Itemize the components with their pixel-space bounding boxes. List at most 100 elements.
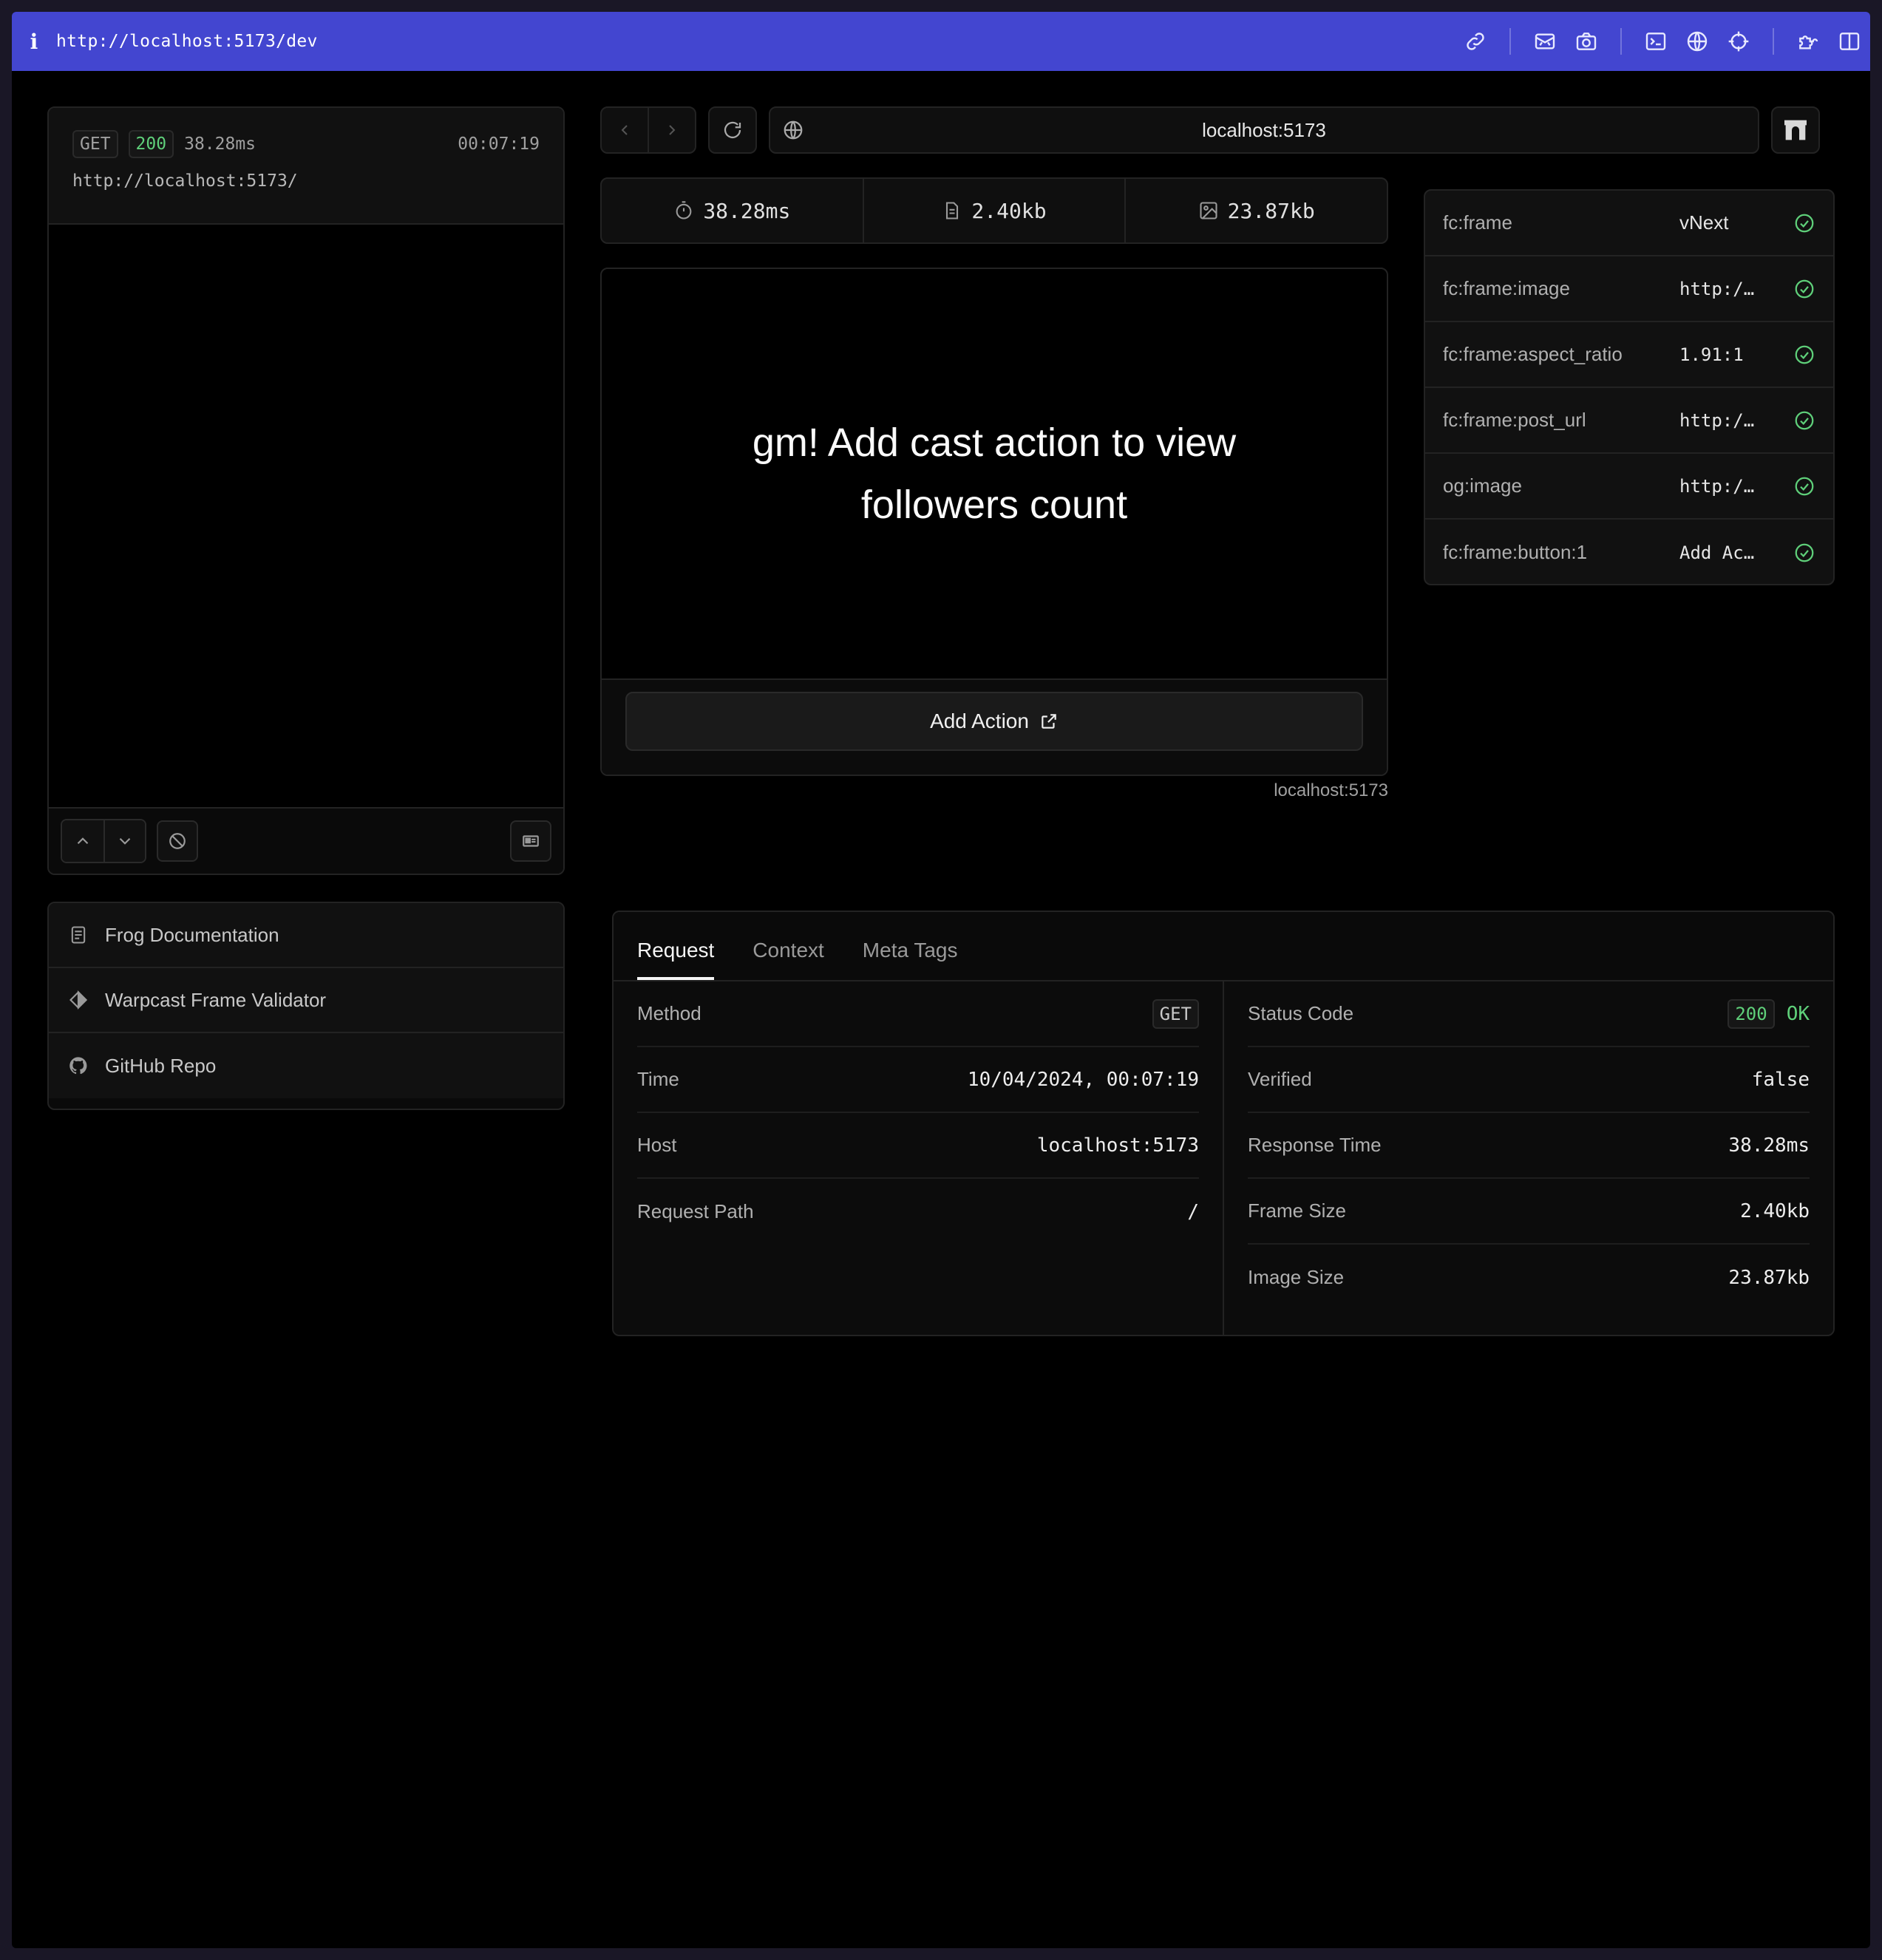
detail-label: Status Code bbox=[1248, 1002, 1354, 1024]
detail-row-host: Host localhost:5173 bbox=[637, 1113, 1199, 1179]
meta-row[interactable]: fc:frame vNext bbox=[1425, 191, 1833, 256]
forward-button[interactable] bbox=[648, 108, 695, 152]
detail-row-frame-size: Frame Size 2.40kb bbox=[1248, 1179, 1810, 1245]
request-method-badge: GET bbox=[72, 130, 118, 158]
detail-label: Response Time bbox=[1248, 1134, 1382, 1156]
check-circle-icon bbox=[1795, 279, 1814, 298]
back-button[interactable] bbox=[602, 108, 648, 152]
detail-value: 2.40kb bbox=[1740, 1200, 1810, 1222]
toolbar-divider bbox=[1620, 28, 1622, 55]
stopwatch-icon bbox=[676, 201, 692, 220]
chevron-right-icon bbox=[669, 125, 676, 135]
link-label: Frog Documentation bbox=[105, 923, 279, 946]
meta-tags-summary: fc:frame vNext fc:frame:image http:/… fc… bbox=[1424, 189, 1835, 585]
tab-context[interactable]: Context bbox=[753, 939, 824, 980]
stat-value: 38.28ms bbox=[703, 198, 791, 223]
next-entry-button[interactable] bbox=[103, 820, 145, 862]
chevron-left-icon bbox=[621, 125, 628, 135]
request-details-panel: Request Context Meta Tags Method GET Tim… bbox=[612, 911, 1835, 1336]
detail-value: localhost:5173 bbox=[1036, 1134, 1199, 1157]
request-log-body bbox=[49, 225, 563, 809]
meta-row[interactable]: og:image http:/… bbox=[1425, 454, 1833, 520]
link-github-repo[interactable]: GitHub Repo bbox=[49, 1033, 563, 1098]
meta-row[interactable]: fc:frame:button:1 Add Ac… bbox=[1425, 520, 1833, 584]
meta-value: 1.91:1 bbox=[1679, 344, 1744, 365]
detail-row-request-path: Request Path / bbox=[637, 1179, 1199, 1245]
toolbar-divider bbox=[1773, 28, 1774, 55]
frame-buttons: Add Action bbox=[602, 680, 1387, 775]
meta-key: fc:frame:image bbox=[1443, 277, 1570, 299]
meta-key: fc:frame:button:1 bbox=[1443, 541, 1588, 563]
sidebar-icon[interactable] bbox=[1829, 21, 1870, 62]
chevron-down-icon bbox=[119, 837, 131, 845]
mail-icon[interactable] bbox=[1524, 21, 1566, 62]
crosshair-icon[interactable] bbox=[1718, 21, 1759, 62]
meta-row[interactable]: fc:frame:image http:/… bbox=[1425, 256, 1833, 322]
detail-label: Verified bbox=[1248, 1068, 1312, 1090]
detail-value: false bbox=[1751, 1068, 1810, 1091]
check-circle-icon bbox=[1795, 411, 1814, 429]
globe-icon bbox=[784, 120, 803, 140]
meta-key: og:image bbox=[1443, 474, 1522, 497]
frog-menu-button[interactable] bbox=[1771, 106, 1820, 154]
check-circle-icon bbox=[1795, 214, 1814, 232]
detail-row-verified: Verified false bbox=[1248, 1047, 1810, 1113]
github-icon bbox=[69, 1057, 87, 1075]
stat-image-size: 23.87kb bbox=[1124, 179, 1387, 242]
previous-entry-button[interactable] bbox=[62, 820, 103, 862]
terminal-icon[interactable] bbox=[1635, 21, 1677, 62]
detail-value: 38.28ms bbox=[1728, 1134, 1810, 1157]
request-entry[interactable]: GET 200 38.28ms 00:07:19 http://localhos… bbox=[49, 108, 563, 225]
request-status-badge: 200 bbox=[128, 130, 174, 158]
link-warpcast-validator[interactable]: Warpcast Frame Validator bbox=[49, 968, 563, 1033]
stat-response-time: 38.28ms bbox=[602, 179, 863, 242]
meta-value: http:/… bbox=[1679, 475, 1755, 497]
status-code-badge: 200 bbox=[1728, 998, 1775, 1029]
detail-label: Method bbox=[637, 1002, 701, 1024]
request-log-panel: GET 200 38.28ms 00:07:19 http://localhos… bbox=[47, 106, 565, 875]
browser-window: i http://localhost:5173/dev GET 200 38.2… bbox=[12, 12, 1870, 1948]
status-text: OK bbox=[1786, 1002, 1810, 1025]
link-label: Warpcast Frame Validator bbox=[105, 988, 327, 1011]
detail-row-status: Status Code 200 OK bbox=[1248, 981, 1810, 1047]
meta-key: fc:frame:aspect_ratio bbox=[1443, 343, 1623, 365]
topbar-url[interactable]: http://localhost:5173/dev bbox=[56, 32, 318, 51]
frame-stats-bar: 38.28ms 2.40kb 23.87kb bbox=[600, 177, 1388, 244]
id-card-icon bbox=[523, 835, 539, 847]
chevron-up-icon bbox=[77, 837, 89, 845]
history-nav-group bbox=[600, 106, 696, 154]
extensions-icon[interactable] bbox=[1787, 21, 1829, 62]
toggle-view-button[interactable] bbox=[510, 820, 551, 862]
button-label: Add Action bbox=[930, 710, 1029, 732]
method-badge: GET bbox=[1152, 998, 1199, 1029]
request-info-column: Method GET Time 10/04/2024, 00:07:19 Hos… bbox=[614, 981, 1223, 1335]
meta-key: fc:frame:post_url bbox=[1443, 409, 1586, 431]
tab-request[interactable]: Request bbox=[637, 939, 715, 980]
navigate-entries-group bbox=[61, 819, 146, 863]
meta-value: http:/… bbox=[1679, 278, 1755, 299]
add-action-button[interactable]: Add Action bbox=[625, 692, 1363, 751]
tab-meta-tags[interactable]: Meta Tags bbox=[863, 939, 958, 980]
refresh-button[interactable] bbox=[708, 106, 757, 154]
document-icon bbox=[71, 926, 86, 944]
info-icon[interactable]: i bbox=[12, 30, 56, 54]
globe-icon[interactable] bbox=[1677, 21, 1718, 62]
clear-log-button[interactable] bbox=[157, 820, 198, 862]
detail-value: / bbox=[1187, 1200, 1199, 1223]
link-frog-documentation[interactable]: Frog Documentation bbox=[49, 903, 563, 968]
link-icon[interactable] bbox=[1455, 21, 1496, 62]
address-bar[interactable]: localhost:5173 bbox=[769, 106, 1759, 154]
request-time: 00:07:19 bbox=[458, 135, 540, 154]
detail-label: Host bbox=[637, 1134, 677, 1156]
meta-value: Add Ac… bbox=[1679, 542, 1755, 563]
diamond-icon bbox=[69, 990, 87, 1010]
meta-row[interactable]: fc:frame:post_url http:/… bbox=[1425, 388, 1833, 454]
detail-row-response-time: Response Time 38.28ms bbox=[1248, 1113, 1810, 1179]
detail-value: 23.87kb bbox=[1728, 1266, 1810, 1289]
stat-value: 23.87kb bbox=[1227, 198, 1315, 223]
meta-row[interactable]: fc:frame:aspect_ratio 1.91:1 bbox=[1425, 322, 1833, 388]
camera-icon[interactable] bbox=[1566, 21, 1607, 62]
detail-label: Image Size bbox=[1248, 1266, 1345, 1288]
meta-value: http:/… bbox=[1679, 409, 1755, 431]
request-duration: 38.28ms bbox=[184, 135, 257, 154]
